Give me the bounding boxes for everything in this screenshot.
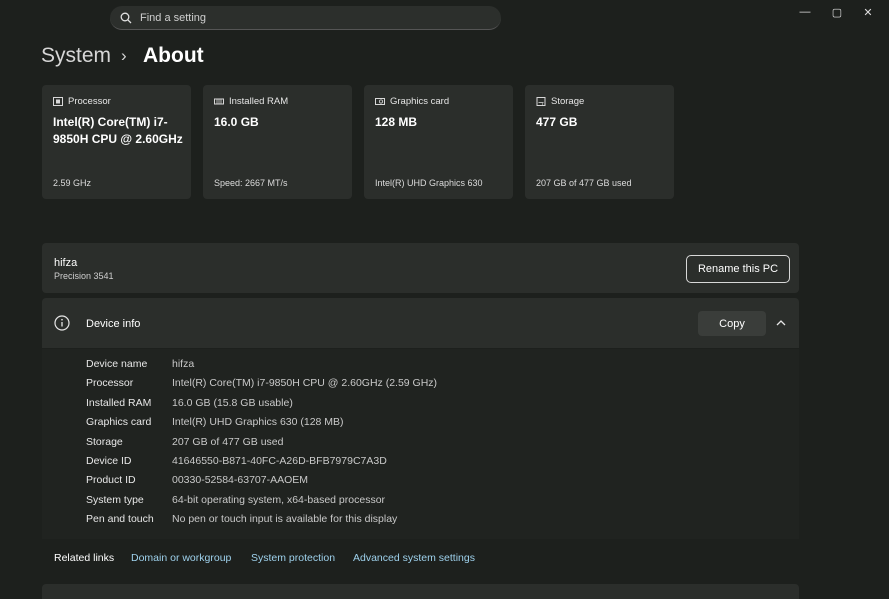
prop-value-installed-ram: 16.0 GB (15.8 GB usable) xyxy=(172,397,293,409)
rename-pc-button[interactable]: Rename this PC xyxy=(686,255,790,283)
info-icon xyxy=(54,315,70,331)
prop-value-storage: 207 GB of 477 GB used xyxy=(172,436,284,448)
spec-card-storage: Storage 477 GB 207 GB of 477 GB used xyxy=(525,85,674,199)
related-links-title: Related links xyxy=(54,552,115,564)
prop-label-processor: Processor xyxy=(86,377,134,389)
prop-label-installed-ram: Installed RAM xyxy=(86,397,152,409)
prop-value-graphics-card: Intel(R) UHD Graphics 630 (128 MB) xyxy=(172,416,344,428)
spec-title: Installed RAM xyxy=(229,96,289,107)
minimize-button[interactable]: — xyxy=(790,3,820,21)
device-info-header[interactable] xyxy=(42,298,799,348)
ram-icon xyxy=(214,98,224,105)
maximize-button[interactable]: ▢ xyxy=(822,3,852,21)
spec-title: Storage xyxy=(551,96,585,107)
copy-button[interactable]: Copy xyxy=(698,311,766,336)
prop-label-product-id: Product ID xyxy=(86,474,136,486)
spec-value: 16.0 GB xyxy=(214,115,259,129)
prop-value-device-name: hifza xyxy=(172,358,195,370)
device-info-title: Device info xyxy=(86,318,141,330)
prop-label-system-type: System type xyxy=(86,494,144,506)
spec-sub: 2.59 GHz xyxy=(53,178,92,188)
prop-value-system-type: 64-bit operating system, x64-based proce… xyxy=(172,494,386,506)
search-input[interactable] xyxy=(140,8,480,27)
prop-label-storage: Storage xyxy=(86,436,123,448)
page-title: About xyxy=(143,44,204,67)
spec-sub: Speed: 2667 MT/s xyxy=(214,178,288,188)
prop-label-pen-touch: Pen and touch xyxy=(86,513,154,525)
pc-name: hifza xyxy=(54,257,78,269)
storage-icon xyxy=(536,97,546,106)
advanced-system-settings-link[interactable]: Advanced system settings xyxy=(353,552,475,564)
spec-value: 477 GB xyxy=(536,115,578,129)
prop-label-graphics-card: Graphics card xyxy=(86,416,152,428)
search-box[interactable] xyxy=(110,6,501,30)
spec-value: 128 MB xyxy=(375,115,418,129)
prop-label-device-id: Device ID xyxy=(86,455,132,467)
spec-sub: 207 GB of 477 GB used xyxy=(536,178,632,188)
breadcrumb-system[interactable]: System xyxy=(41,44,111,68)
prop-value-product-id: 00330-52584-63707-AAOEM xyxy=(172,474,309,486)
spec-card-graphics: Graphics card 128 MB Intel(R) UHD Graphi… xyxy=(364,85,513,199)
prop-label-device-name: Device name xyxy=(86,358,148,370)
spec-title: Processor xyxy=(68,96,111,107)
spec-title: Graphics card xyxy=(390,96,450,107)
spec-card-ram: Installed RAM 16.0 GB Speed: 2667 MT/s xyxy=(203,85,352,199)
spec-card-processor: Processor Intel(R) Core(TM) i7-9850H CPU… xyxy=(42,85,191,199)
system-protection-link[interactable]: System protection xyxy=(251,552,335,564)
prop-value-device-id: 41646550-B871-40FC-A26D-BFB7979C7A3D xyxy=(172,455,387,467)
pc-model: Precision 3541 xyxy=(54,271,114,281)
processor-icon xyxy=(53,97,63,106)
chevron-up-icon[interactable] xyxy=(774,317,788,329)
next-section-card xyxy=(42,584,799,599)
breadcrumb-separator-icon: › xyxy=(121,46,127,65)
prop-value-processor: Intel(R) Core(TM) i7-9850H CPU @ 2.60GHz… xyxy=(172,377,438,389)
graphics-card-icon xyxy=(375,98,385,105)
prop-value-pen-touch: No pen or touch input is available for t… xyxy=(172,513,398,525)
search-icon xyxy=(120,12,132,24)
spec-value: Intel(R) Core(TM) i7-9850H CPU @ 2.60GHz xyxy=(53,115,183,146)
domain-workgroup-link[interactable]: Domain or workgroup xyxy=(131,552,231,564)
close-button[interactable]: ✕ xyxy=(853,3,883,21)
spec-sub: Intel(R) UHD Graphics 630 xyxy=(375,178,483,188)
